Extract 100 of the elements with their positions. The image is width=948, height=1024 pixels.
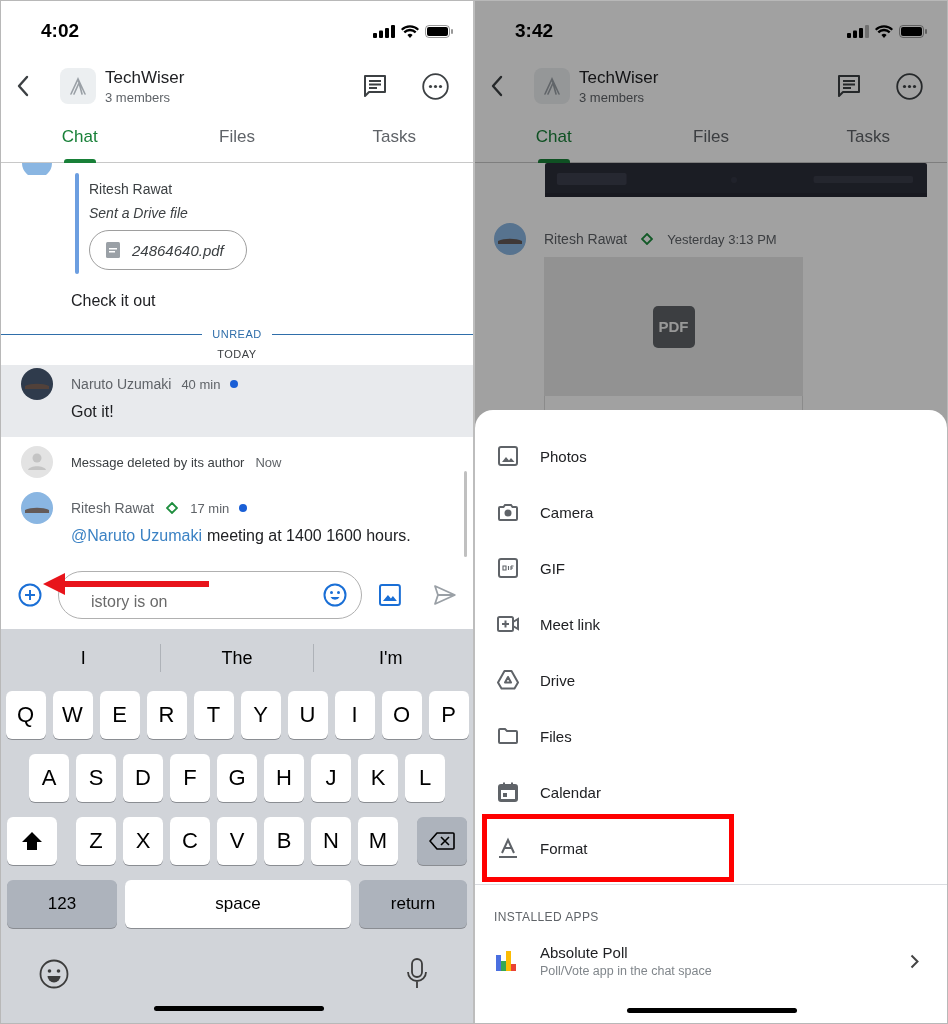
key[interactable]: S [76, 754, 116, 802]
send-icon[interactable] [433, 584, 457, 606]
image-icon[interactable] [379, 584, 402, 606]
wifi-icon [401, 24, 419, 38]
key[interactable]: I [334, 691, 375, 739]
suggestion[interactable]: I'm [314, 638, 467, 678]
key[interactable]: A [29, 754, 69, 802]
key[interactable]: C [170, 817, 210, 865]
key[interactable]: L [405, 754, 445, 802]
group-logo-icon [534, 68, 570, 104]
format-icon [496, 836, 520, 860]
group-title: TechWiser [105, 67, 186, 88]
key[interactable]: B [264, 817, 304, 865]
tab[interactable]: Files [158, 111, 316, 162]
message-text: @Naruto Uzumaki meeting at 1400 1600 hours. [71, 527, 411, 545]
key[interactable]: Y [240, 691, 281, 739]
tab[interactable]: Tasks [789, 111, 947, 162]
back-icon[interactable] [17, 75, 29, 97]
key[interactable]: R [146, 691, 187, 739]
avatar [494, 223, 526, 255]
emoji-icon[interactable] [323, 583, 348, 607]
key[interactable]: V [217, 817, 257, 865]
back-icon[interactable] [491, 75, 503, 97]
battery-icon [425, 24, 453, 38]
avatar [21, 368, 53, 400]
key[interactable]: Q [5, 691, 46, 739]
key[interactable]: J [311, 754, 351, 802]
key[interactable]: D [123, 754, 163, 802]
wifi-icon [875, 24, 893, 38]
mention-link[interactable]: @Naruto Uzumaki [71, 527, 202, 544]
group-title: TechWiser [579, 67, 660, 88]
key[interactable]: X [123, 817, 163, 865]
menu-item[interactable]: Drive [482, 652, 734, 708]
avatar [21, 492, 53, 524]
day-label: TODAY [216, 348, 258, 360]
signal-icon [373, 24, 395, 38]
member-count: 3 members [579, 89, 646, 105]
key[interactable]: N [311, 817, 351, 865]
pdf-file-icon [106, 242, 120, 258]
key[interactable]: P [428, 691, 469, 739]
emoji-icon[interactable] [39, 959, 69, 989]
key[interactable]: H [264, 754, 304, 802]
menu-item[interactable]: Files [482, 708, 734, 764]
app-item[interactable]: Absolute Poll Poll/Vote app in the chat space [475, 941, 947, 981]
menu-item[interactable]: Meet link [482, 596, 734, 652]
message-time: Yesterday 3:13 PM [667, 231, 777, 247]
key[interactable]: F [170, 754, 210, 802]
status-time: 3:42 [515, 20, 554, 42]
key[interactable]: M [358, 817, 398, 865]
key[interactable]: O [381, 691, 422, 739]
backspace-icon [429, 832, 455, 850]
calendar-icon [496, 780, 520, 804]
avatar [22, 163, 52, 175]
message-text: Got it! [71, 403, 115, 421]
tab[interactable]: Chat [1, 111, 159, 162]
key[interactable]: return [359, 880, 467, 928]
member-count: 3 members [105, 89, 172, 105]
key[interactable]: K [358, 754, 398, 802]
chevron-icon [910, 953, 919, 969]
person-avatar-icon [21, 446, 53, 478]
gif-icon [496, 556, 520, 580]
photos-icon [496, 444, 520, 468]
quoted-note: Sent a Drive file [89, 205, 189, 221]
deleted-notice: Message deleted by its author [71, 454, 245, 470]
menu-item[interactable]: Format [482, 814, 734, 882]
status-time: 4:02 [41, 20, 80, 42]
drive-icon [496, 668, 520, 692]
thread-icon[interactable] [362, 73, 388, 99]
key[interactable]: W [52, 691, 93, 739]
menu-item[interactable]: Photos [482, 428, 734, 484]
tab[interactable]: Chat [475, 111, 633, 162]
file-chip[interactable]: 24864640.pdf [89, 230, 247, 270]
author-name: Ritesh Rawat [544, 231, 628, 247]
bar-chart-icon [496, 951, 518, 971]
tab[interactable]: Files [632, 111, 790, 162]
key[interactable]: U [287, 691, 328, 739]
thread-icon[interactable] [836, 73, 862, 99]
key[interactable]: T [193, 691, 234, 739]
section-heading: INSTALLED APPS [494, 910, 600, 924]
menu-item[interactable]: GIF [482, 540, 734, 596]
key[interactable]: G [217, 754, 257, 802]
message-text: Check it out [71, 292, 157, 310]
backspace-key[interactable] [417, 817, 467, 865]
key[interactable]: 123 [7, 880, 117, 928]
shift-key[interactable] [7, 817, 57, 865]
message-input[interactable]: istory is on [89, 592, 324, 612]
add-icon[interactable] [18, 583, 42, 607]
pdf-badge: PDF [652, 305, 695, 348]
more-icon[interactable] [422, 72, 449, 100]
tab[interactable]: Tasks [315, 111, 473, 162]
suggestion[interactable]: I [7, 638, 160, 678]
more-icon[interactable] [896, 72, 923, 100]
key[interactable]: space [125, 880, 351, 928]
message-time: Now [255, 454, 282, 470]
file-preview[interactable]: PDF [544, 257, 803, 396]
key[interactable]: E [99, 691, 140, 739]
suggestion[interactable]: The [160, 638, 314, 678]
microphone-icon[interactable] [407, 958, 427, 990]
key[interactable]: Z [76, 817, 116, 865]
menu-item[interactable]: Camera [482, 484, 734, 540]
